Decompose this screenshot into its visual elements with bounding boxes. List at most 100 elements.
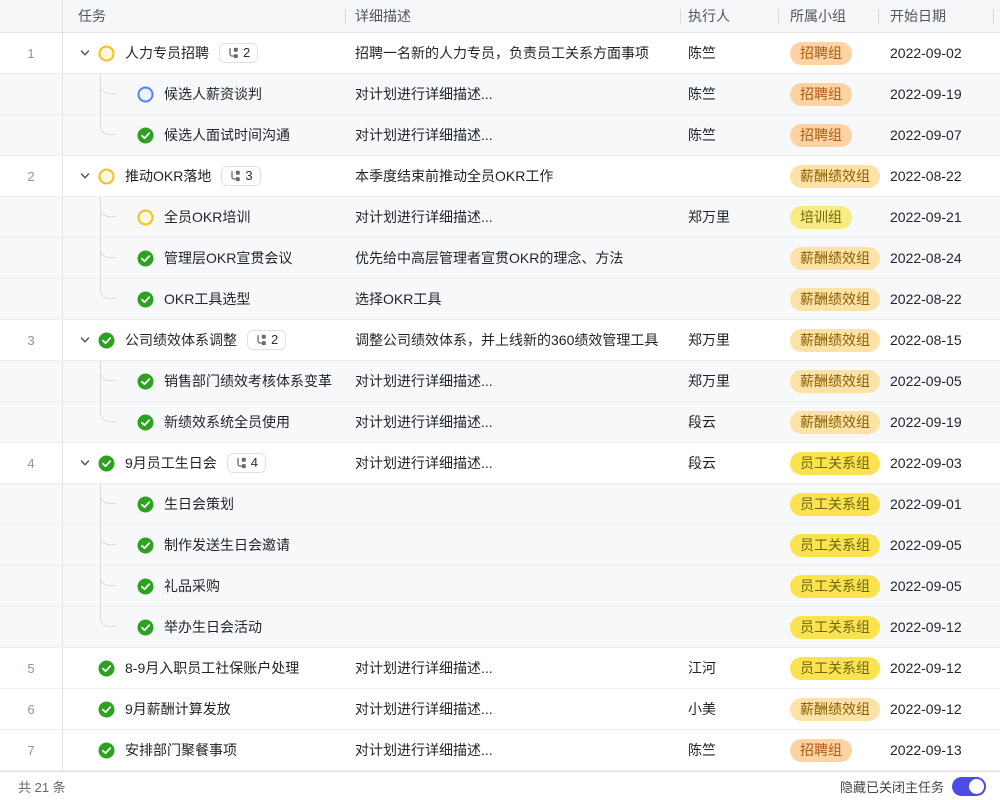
subtask-count-badge[interactable]: 3 (221, 166, 260, 186)
assignee-cell[interactable] (680, 279, 778, 319)
description-cell[interactable]: 选择OKR工具 (345, 279, 680, 319)
status-done-icon[interactable] (137, 250, 154, 267)
start-date-cell[interactable]: 2022-09-21 (878, 197, 993, 237)
status-done-icon[interactable] (137, 619, 154, 636)
assignee-cell[interactable]: 陈竺 (680, 730, 778, 770)
start-date-cell[interactable]: 2022-09-12 (878, 689, 993, 729)
status-done-icon[interactable] (137, 578, 154, 595)
task-cell[interactable]: 新绩效系统全员使用 (63, 402, 345, 442)
table-row[interactable]: 7 安排部门聚餐事项 对计划进行详细描述... 陈竺 招聘组 2022-09-1… (0, 730, 1000, 771)
task-cell[interactable]: 9月薪酬计算发放 (63, 689, 345, 729)
task-cell[interactable]: 举办生日会活动 (63, 607, 345, 647)
assignee-cell[interactable]: 郑万里 (680, 361, 778, 401)
subtask-count-badge[interactable]: 2 (247, 330, 286, 350)
start-date-cell[interactable]: 2022-09-01 (878, 484, 993, 524)
hide-closed-tasks-toggle[interactable] (952, 777, 986, 796)
start-date-cell[interactable]: 2022-09-13 (878, 730, 993, 770)
task-cell[interactable]: 全员OKR培训 (63, 197, 345, 237)
table-row[interactable]: 举办生日会活动 员工关系组 2022-09-12 (0, 607, 1000, 648)
group-cell[interactable]: 员工关系组 (778, 525, 878, 565)
start-date-cell[interactable]: 2022-09-05 (878, 566, 993, 606)
status-done-icon[interactable] (137, 127, 154, 144)
assignee-cell[interactable]: 郑万里 (680, 197, 778, 237)
header-assignee[interactable]: 执行人 (680, 0, 778, 32)
start-date-cell[interactable]: 2022-09-12 (878, 607, 993, 647)
assignee-cell[interactable]: 郑万里 (680, 320, 778, 360)
table-row[interactable]: 1 人力专员招聘 2 招聘一名新的人力专员， (0, 33, 1000, 74)
group-cell[interactable]: 薪酬绩效组 (778, 402, 878, 442)
table-row[interactable]: 3 公司绩效体系调整 2 (0, 320, 1000, 361)
header-task[interactable]: 任务 (63, 0, 345, 32)
status-todo-icon[interactable] (137, 86, 154, 103)
task-cell[interactable]: 公司绩效体系调整 2 (63, 320, 345, 360)
group-cell[interactable]: 薪酬绩效组 (778, 238, 878, 278)
assignee-cell[interactable] (680, 156, 778, 196)
table-row[interactable]: 6 9月薪酬计算发放 对计划进行详细描述... 小美 薪酬绩效组 2022-09… (0, 689, 1000, 730)
task-cell[interactable]: 礼品采购 (63, 566, 345, 606)
start-date-cell[interactable]: 2022-09-02 (878, 33, 993, 73)
table-row[interactable]: 销售部门绩效考核体系变革 对计划进行详细描述... 郑万里 薪酬绩效组 2022… (0, 361, 1000, 402)
table-row[interactable]: 礼品采购 员工关系组 2022-09-05 (0, 566, 1000, 607)
description-cell[interactable]: 对计划进行详细描述... (345, 197, 680, 237)
status-in_progress-icon[interactable] (137, 209, 154, 226)
chevron-down-icon[interactable] (78, 457, 91, 470)
status-done-icon[interactable] (98, 455, 115, 472)
task-cell[interactable]: 候选人面试时间沟通 (63, 115, 345, 155)
task-cell[interactable]: 8-9月入职员工社保账户处理 (63, 648, 345, 688)
task-cell[interactable]: 安排部门聚餐事项 (63, 730, 345, 770)
description-cell[interactable]: 对计划进行详细描述... (345, 648, 680, 688)
subtask-count-badge[interactable]: 4 (227, 453, 266, 473)
table-row[interactable]: 候选人薪资谈判 对计划进行详细描述... 陈竺 招聘组 2022-09-19 (0, 74, 1000, 115)
group-cell[interactable]: 薪酬绩效组 (778, 361, 878, 401)
start-date-cell[interactable]: 2022-09-19 (878, 74, 993, 114)
group-cell[interactable]: 薪酬绩效组 (778, 320, 878, 360)
chevron-down-icon[interactable] (78, 334, 91, 347)
group-cell[interactable]: 员工关系组 (778, 443, 878, 483)
start-date-cell[interactable]: 2022-09-05 (878, 525, 993, 565)
assignee-cell[interactable] (680, 484, 778, 524)
description-cell[interactable] (345, 525, 680, 565)
assignee-cell[interactable] (680, 238, 778, 278)
header-description[interactable]: 详细描述 (345, 0, 680, 32)
start-date-cell[interactable]: 2022-08-22 (878, 156, 993, 196)
table-row[interactable]: 管理层OKR宣贯会议 优先给中高层管理者宣贯OKR的理念、方法 薪酬绩效组 20… (0, 238, 1000, 279)
task-cell[interactable]: 人力专员招聘 2 (63, 33, 345, 73)
assignee-cell[interactable]: 段云 (680, 443, 778, 483)
assignee-cell[interactable]: 江河 (680, 648, 778, 688)
status-done-icon[interactable] (98, 660, 115, 677)
table-row[interactable]: 制作发送生日会邀请 员工关系组 2022-09-05 (0, 525, 1000, 566)
task-cell[interactable]: 生日会策划 (63, 484, 345, 524)
assignee-cell[interactable]: 陈竺 (680, 74, 778, 114)
task-cell[interactable]: 销售部门绩效考核体系变革 (63, 361, 345, 401)
task-cell[interactable]: 制作发送生日会邀请 (63, 525, 345, 565)
chevron-down-icon[interactable] (78, 47, 91, 60)
table-row[interactable]: 候选人面试时间沟通 对计划进行详细描述... 陈竺 招聘组 2022-09-07 (0, 115, 1000, 156)
task-cell[interactable]: 管理层OKR宣贯会议 (63, 238, 345, 278)
table-row[interactable]: 生日会策划 员工关系组 2022-09-01 (0, 484, 1000, 525)
assignee-cell[interactable]: 小美 (680, 689, 778, 729)
assignee-cell[interactable]: 陈竺 (680, 115, 778, 155)
status-done-icon[interactable] (98, 742, 115, 759)
subtask-count-badge[interactable]: 2 (219, 43, 258, 63)
description-cell[interactable]: 对计划进行详细描述... (345, 730, 680, 770)
group-cell[interactable]: 薪酬绩效组 (778, 156, 878, 196)
group-cell[interactable]: 招聘组 (778, 730, 878, 770)
task-cell[interactable]: 推动OKR落地 3 (63, 156, 345, 196)
task-cell[interactable]: 9月员工生日会 4 (63, 443, 345, 483)
group-cell[interactable]: 员工关系组 (778, 648, 878, 688)
description-cell[interactable] (345, 484, 680, 524)
start-date-cell[interactable]: 2022-08-24 (878, 238, 993, 278)
start-date-cell[interactable]: 2022-09-05 (878, 361, 993, 401)
group-cell[interactable]: 薪酬绩效组 (778, 689, 878, 729)
description-cell[interactable]: 调整公司绩效体系，并上线新的360绩效管理工具 (345, 320, 680, 360)
group-cell[interactable]: 员工关系组 (778, 566, 878, 606)
table-row[interactable]: 全员OKR培训 对计划进行详细描述... 郑万里 培训组 2022-09-21 (0, 197, 1000, 238)
assignee-cell[interactable] (680, 566, 778, 606)
assignee-cell[interactable]: 段云 (680, 402, 778, 442)
status-done-icon[interactable] (98, 332, 115, 349)
group-cell[interactable]: 培训组 (778, 197, 878, 237)
chevron-down-icon[interactable] (78, 170, 91, 183)
status-done-icon[interactable] (137, 373, 154, 390)
description-cell[interactable] (345, 566, 680, 606)
status-done-icon[interactable] (137, 496, 154, 513)
